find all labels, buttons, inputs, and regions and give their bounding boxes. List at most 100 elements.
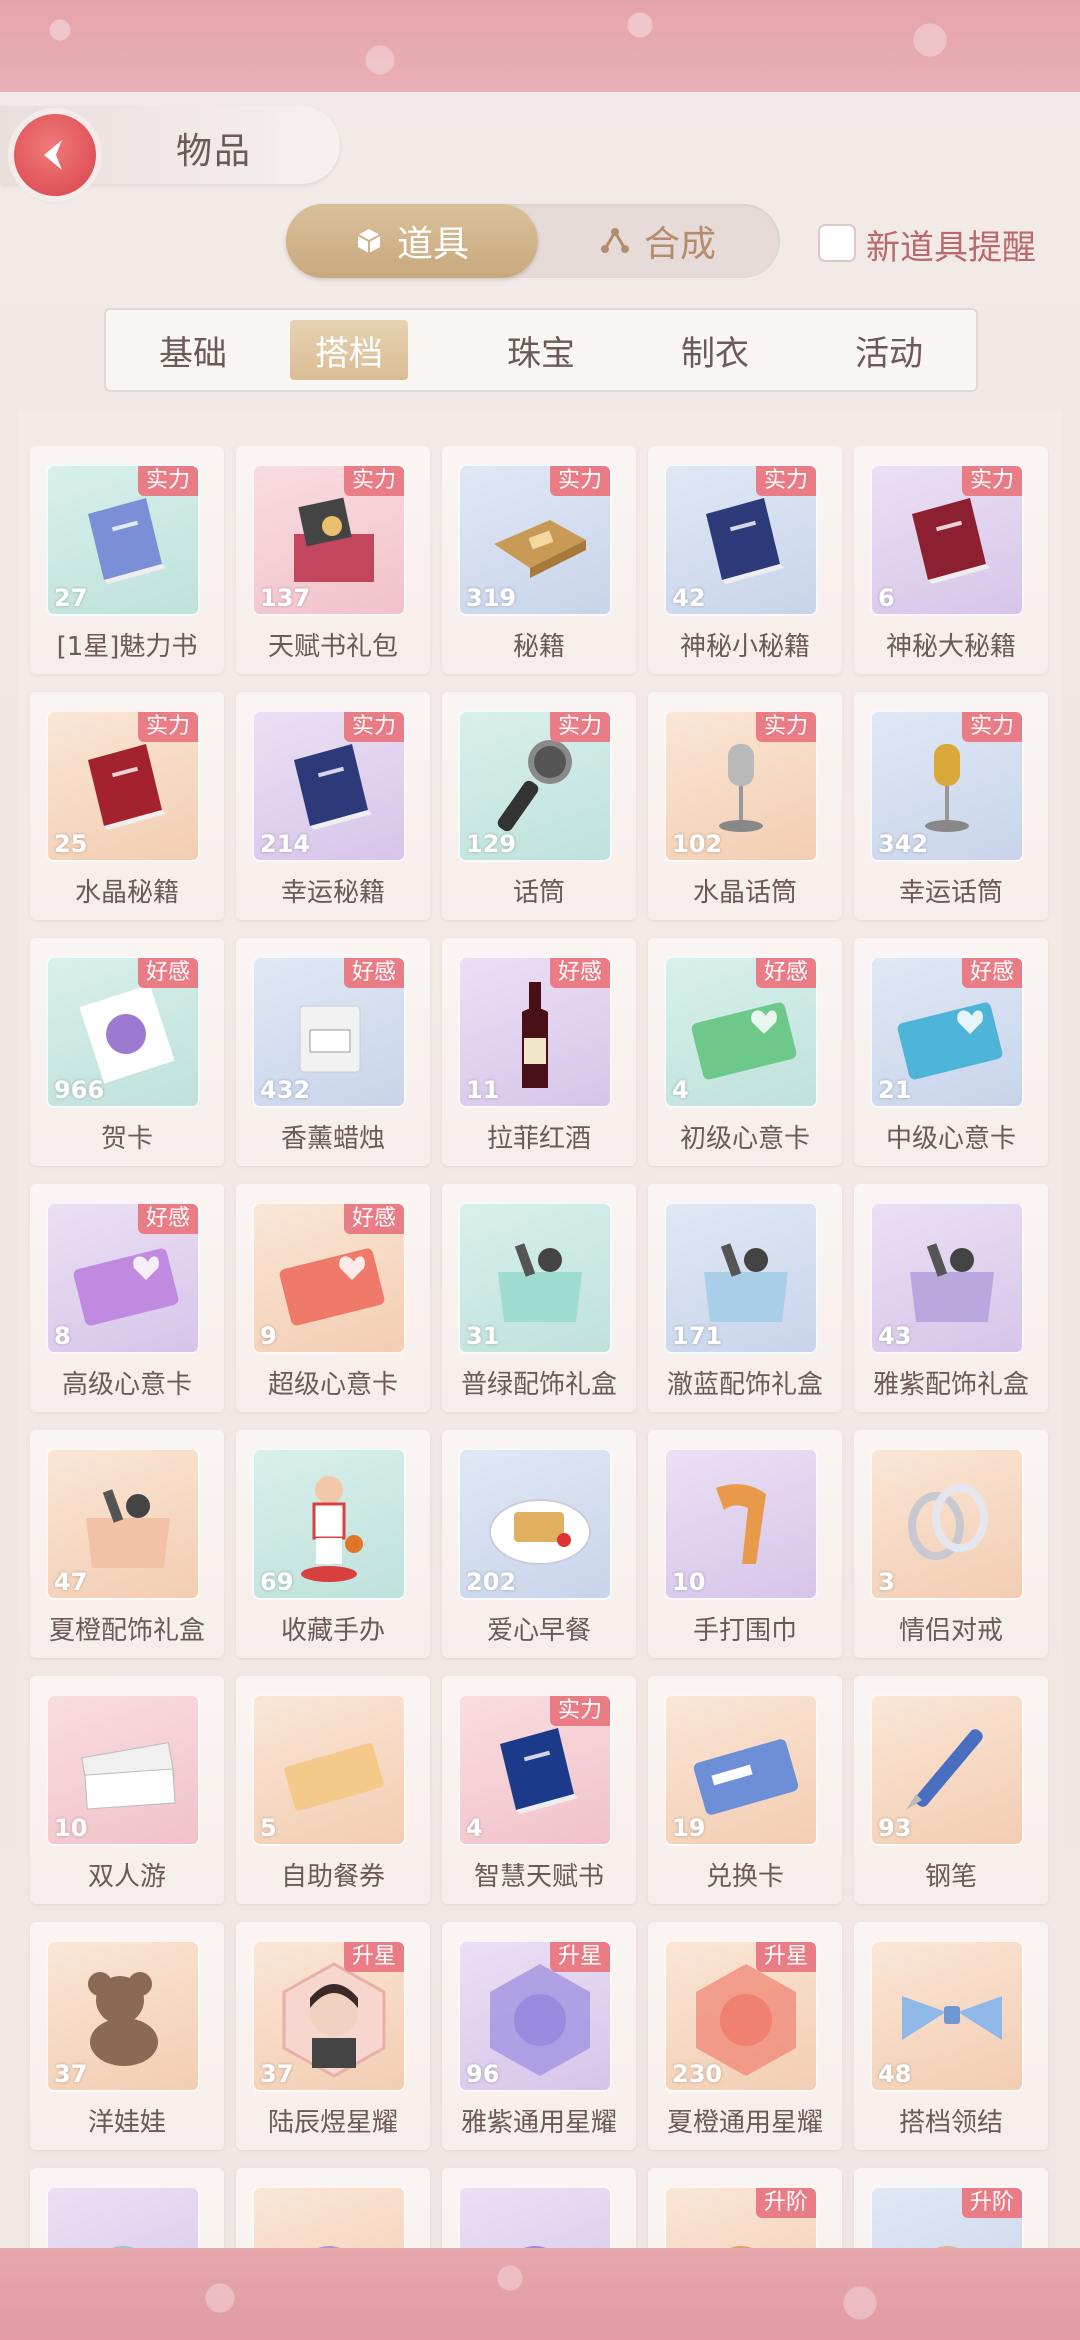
item-name: 水晶秘籍 [74, 878, 179, 908]
tab-label: 搭档 [315, 333, 383, 374]
item-name: 幸运话筒 [898, 878, 1003, 908]
segment-props[interactable]: 道具 [286, 204, 538, 278]
item-count: 214 [260, 830, 311, 858]
item-name: 兑换卡 [705, 1862, 784, 1892]
item-card[interactable]: 好感 4 初级心意卡 [648, 938, 842, 1166]
item-thumbnail: 43 [870, 1202, 1024, 1354]
synthesis-icon [600, 228, 629, 253]
tab-label: 珠宝 [507, 333, 575, 374]
item-card[interactable]: 10 双人游 [30, 1676, 224, 1904]
item-thumbnail: 47 [46, 1448, 200, 1600]
item-card[interactable]: 5 自助餐券 [236, 1676, 430, 1904]
item-card[interactable]: 好感 11 拉菲红酒 [442, 938, 636, 1166]
tab-events[interactable]: 活动 [802, 310, 976, 390]
item-type-badge: 实力 [343, 712, 404, 742]
item-thumbnail: 3 [870, 1448, 1024, 1600]
item-card[interactable]: 47 夏橙配饰礼盒 [30, 1430, 224, 1658]
accessory-bag-icon [892, 1222, 1012, 1336]
item-card[interactable]: 升星 230 夏橙通用星耀 [648, 1922, 842, 2150]
candle-icon [274, 976, 384, 1090]
item-thumbnail: 好感 432 [252, 956, 406, 1108]
item-type-badge: 升阶 [961, 2188, 1022, 2218]
item-card[interactable]: 升阶 [648, 2168, 842, 2248]
back-button[interactable] [14, 114, 96, 196]
item-card[interactable] [442, 2168, 636, 2248]
item-card[interactable]: 实力 102 水晶话筒 [648, 692, 842, 920]
item-card[interactable]: 3 情侣对戒 [854, 1430, 1048, 1658]
book-icon [480, 1714, 590, 1828]
tab-basic[interactable]: 基础 [106, 310, 280, 390]
item-count: 4 [672, 1076, 689, 1104]
item-card[interactable]: 好感 8 高级心意卡 [30, 1184, 224, 1412]
item-card[interactable]: 实力 6 神秘大秘籍 [854, 446, 1048, 674]
partial-item-icon [68, 2206, 178, 2248]
item-type-badge: 实力 [137, 712, 198, 742]
item-count: 5 [260, 1814, 277, 1842]
item-type-badge: 实力 [961, 466, 1022, 496]
item-count: 171 [672, 1322, 723, 1350]
item-count: 43 [878, 1322, 912, 1350]
item-card[interactable]: 好感 432 香薰蜡烛 [236, 938, 430, 1166]
item-card[interactable]: 实力 27 [1星]魅力书 [30, 446, 224, 674]
item-card[interactable]: 实力 25 水晶秘籍 [30, 692, 224, 920]
item-card[interactable]: 10 手打围巾 [648, 1430, 842, 1658]
tab-partner[interactable]: 搭档 [290, 320, 408, 380]
item-card[interactable] [30, 2168, 224, 2248]
item-card[interactable]: 48 搭档领结 [854, 1922, 1048, 2150]
item-card[interactable]: 好感 966 贺卡 [30, 938, 224, 1166]
item-name: 陆辰煜星耀 [267, 2108, 398, 2138]
stand-microphone-icon [686, 730, 796, 844]
item-thumbnail: 69 [252, 1448, 406, 1600]
tab-jewelry[interactable]: 珠宝 [454, 310, 628, 390]
item-count: 93 [878, 1814, 912, 1842]
item-card[interactable]: 实力 4 智慧天赋书 [442, 1676, 636, 1904]
item-count: 37 [260, 2060, 294, 2088]
item-card[interactable]: 93 钢笔 [854, 1676, 1048, 1904]
item-type-badge: 好感 [549, 958, 610, 988]
item-card[interactable]: 实力 42 神秘小秘籍 [648, 446, 842, 674]
item-thumbnail: 实力 129 [458, 710, 612, 862]
item-card[interactable]: 实力 129 话筒 [442, 692, 636, 920]
heart-card-icon [892, 976, 1012, 1090]
item-thumbnail: 实力 27 [46, 464, 200, 616]
item-name: 双人游 [87, 1862, 166, 1892]
item-card[interactable]: 升阶 [854, 2168, 1048, 2248]
item-card[interactable]: 实力 319 秘籍 [442, 446, 636, 674]
item-thumbnail: 实力 6 [870, 464, 1024, 616]
item-count: 102 [672, 830, 723, 858]
item-name: 拉菲红酒 [486, 1124, 591, 1154]
item-thumbnail: 实力 214 [252, 710, 406, 862]
back-arrow-icon [44, 140, 62, 170]
item-name: 自助餐券 [280, 1862, 385, 1892]
segment-synthesis[interactable]: 合成 [536, 204, 780, 278]
item-card[interactable]: 37 洋娃娃 [30, 1922, 224, 2150]
item-card[interactable]: 实力 342 幸运话筒 [854, 692, 1048, 920]
item-thumbnail: 10 [664, 1448, 818, 1600]
item-card[interactable]: 升星 37 陆辰煜星耀 [236, 1922, 430, 2150]
item-card[interactable] [236, 2168, 430, 2248]
item-card[interactable]: 实力 214 幸运秘籍 [236, 692, 430, 920]
tab-tailoring[interactable]: 制衣 [628, 310, 802, 390]
stand-microphone-icon [892, 730, 1002, 844]
item-card[interactable]: 31 普绿配饰礼盒 [442, 1184, 636, 1412]
item-card[interactable]: 202 爱心早餐 [442, 1430, 636, 1658]
item-card[interactable]: 好感 21 中级心意卡 [854, 938, 1048, 1166]
item-count: 37 [54, 2060, 88, 2088]
item-count: 3 [878, 1568, 895, 1596]
item-card[interactable]: 19 兑换卡 [648, 1676, 842, 1904]
new-item-notify-checkbox[interactable] [818, 224, 856, 262]
item-name: 澈蓝配饰礼盒 [666, 1370, 823, 1400]
item-card[interactable]: 69 收藏手办 [236, 1430, 430, 1658]
item-count: 8 [54, 1322, 71, 1350]
item-card[interactable]: 171 澈蓝配饰礼盒 [648, 1184, 842, 1412]
item-card[interactable]: 升星 96 雅紫通用星耀 [442, 1922, 636, 2150]
accessory-bag-icon [68, 1468, 188, 1582]
teddy-bear-icon [68, 1960, 178, 2074]
item-count: 4 [466, 1814, 483, 1842]
item-card[interactable]: 实力 137 天赋书礼包 [236, 446, 430, 674]
item-thumbnail: 31 [458, 1202, 612, 1354]
item-thumbnail: 升阶 [664, 2186, 818, 2248]
item-card[interactable]: 好感 9 超级心意卡 [236, 1184, 430, 1412]
item-thumbnail [46, 2186, 200, 2248]
item-card[interactable]: 43 雅紫配饰礼盒 [854, 1184, 1048, 1412]
